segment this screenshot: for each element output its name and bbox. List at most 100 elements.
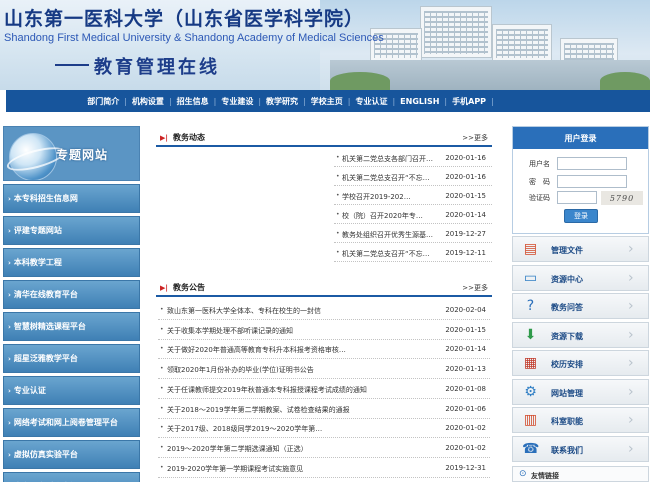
quick-link-1[interactable]: ▭ 资源中心 › [512,264,649,291]
nav-item-5[interactable]: 学校主页 [306,96,348,107]
notice-item-title: 2019-2020学年第一学期课程考试实施意见 [167,464,304,473]
notice-item[interactable]: • 关于2018～2019学年第二学期教案、试卷检查结果的通报 2020-01-06 [158,400,490,419]
sidebar-item-3[interactable]: › 清华在线教育平台 [3,280,140,309]
nav-item-2[interactable]: 招生信息 [172,96,214,107]
notice-item[interactable]: • 关于收集本学期处理不部听课记录的通知 2020-01-15 [158,321,490,340]
quick-link-label: 资源下载 [551,331,583,341]
nav-item-0[interactable]: 部门简介 [82,96,124,107]
login-button[interactable]: 登录 [564,209,598,223]
news-item[interactable]: • 机关第二党总支召开“不忘… 2019-12-11 [334,245,492,262]
notices-title: 教务公告 [173,283,205,292]
building-main [420,6,492,58]
nav-item-8[interactable]: 手机APP [447,96,491,107]
news-item-date: 2020-01-15 [445,192,486,200]
nav-item-6[interactable]: 专业认证 [350,96,392,107]
book-icon: ▥ [523,412,538,428]
news-item[interactable]: • 机关第二党总支各部门召开… 2020-01-16 [334,150,492,167]
nav-separator: | [491,96,494,106]
nav-item-7[interactable]: ENGLISH [395,97,444,106]
quick-link-3[interactable]: ⬇ 资源下载 › [512,321,649,348]
question-icon: ? [526,298,535,314]
notice-item[interactable]: • 关于2017级、2018级同学2019～2020学年第… 2020-01-02 [158,419,490,439]
site-title-en: Shandong First Medical University & Shan… [4,32,384,44]
building-right [492,24,552,62]
chevron-right-icon: › [8,322,11,331]
captcha-input[interactable] [557,191,597,204]
notice-item[interactable]: • 致山东第一医科大学全体本、专科在校生的一封信 2020-02-04 [158,301,490,320]
notice-item[interactable]: • 2019-2020学年第一学期课程考试实施意见 2019-12-31 [158,459,490,478]
quick-link-2[interactable]: ? 教务问答 › [512,293,649,319]
notice-item-date: 2020-01-15 [445,325,486,334]
sidebar-item-1[interactable]: › 评建专题网站 [3,216,140,245]
notice-item-date: 2019-12-31 [445,463,486,472]
quick-link-5[interactable]: ⚙ 网站管理 › [512,378,649,405]
notice-item[interactable]: • 关于做好2020年普通高等教育专科升本科报考资格审核… 2020-01-14 [158,340,490,360]
notice-item-title: 关于收集本学期处理不部听课记录的通知 [167,326,293,335]
sidebar-item-9[interactable]: ›大学生学科竞赛管理平台 [3,472,140,482]
notices-more-link[interactable]: >>更多 [462,283,488,293]
link-circle-icon: ⊙ [519,469,527,479]
sidebar-item-7[interactable]: › 网络考试和网上阅卷管理平台 [3,408,140,437]
globe-icon [4,133,68,180]
captcha-image[interactable]: 5790 [601,191,643,205]
sidebar-item-label: 智慧树精选课程平台 [13,322,86,331]
quick-link-6[interactable]: ▥ 科室职能 › [512,407,649,433]
special-sites-title: 专题网站 [56,148,109,162]
chevron-right-icon: › [628,355,634,371]
sidebar-item-8[interactable]: › 虚拟仿真实验平台 [3,440,140,469]
sidebar-item-6[interactable]: › 专业认证 [3,376,140,405]
news-item[interactable]: • 校（院）召开2020年专… 2020-01-14 [334,207,492,224]
chevron-right-icon: › [628,326,634,343]
news-more-link[interactable]: >>更多 [462,133,488,143]
special-sites-banner[interactable]: 专题网站 [3,126,140,181]
sidebar-item-5[interactable]: › 超星泛雅教学平台 [3,344,140,373]
username-row: 用户名 [513,157,650,171]
nav-item-1[interactable]: 机构设置 [127,96,169,107]
sidebar-item-label: 超星泛雅教学平台 [13,354,78,363]
quick-link-0[interactable]: ▤ 管理文件 › [512,236,649,262]
chevron-right-icon: › [8,290,11,299]
nav-item-3[interactable]: 专业建设 [216,96,258,107]
username-input[interactable] [557,157,627,170]
main-nav-bar: 部门简介 | 机构设置 | 招生信息 | 专业建设 | 教学研究 | 学校主页 | 专业认证 | ENGLI… [6,90,650,112]
sidebar-item-0[interactable]: › 本专科招生信息网 [3,184,140,213]
document-icon: ▤ [523,241,538,257]
left-sidebar: 专题网站 › 本专科招生信息网 › 评建专题网站 › 本科教学工程 › 清华在线教育平台 › 智慧… [3,126,140,482]
chevron-right-icon: › [628,412,634,428]
notice-item[interactable]: • 领取2020年1月份补办的毕业(学位)证明书公告 2020-01-13 [158,360,490,380]
quick-link-label: 联系我们 [551,445,583,455]
header-banner: 山东第一医科大学（山东省医学科学院） Shandong First Medica… [0,0,650,90]
username-label: 用户名 [529,160,550,168]
sidebar-item-label: 本专科招生信息网 [13,194,78,203]
quick-link-7[interactable]: ☎ 联系我们 › [512,435,649,462]
chevron-right-icon: › [628,440,634,457]
news-item-title: 学校召开2019-202… [342,193,411,201]
quick-link-4[interactable]: ▦ 校历安排 › [512,350,649,376]
sidebar-item-4[interactable]: › 智慧树精选课程平台 [3,312,140,341]
password-input[interactable] [557,175,627,188]
bullet-icon: • [336,173,340,180]
chevron-right-icon: › [8,226,11,235]
news-item[interactable]: • 机关第二党总支召开“不忘… 2020-01-16 [334,169,492,186]
friend-links-title: 友情链接 [531,472,559,480]
nav-item-4[interactable]: 教学研究 [261,96,303,107]
notice-item-date: 2020-01-06 [445,404,486,413]
chevron-right-icon: › [8,450,11,459]
sidebar-item-2[interactable]: › 本科教学工程 [3,248,140,277]
trees-left [330,72,390,90]
gear-icon: ⚙ [524,383,537,400]
chevron-right-icon: › [8,258,11,267]
notice-item-date: 2020-01-14 [445,345,486,354]
news-item[interactable]: • 学校召开2019-202… 2020-01-15 [334,188,492,205]
chevron-right-icon: › [628,298,634,314]
bullet-icon: • [336,192,340,199]
chevron-right-icon: › [8,354,11,363]
notice-item[interactable]: • 2019～2020学年第二学期选课通知（正选） 2020-01-02 [158,439,490,458]
main-nav: 部门简介 | 机构设置 | 招生信息 | 专业建设 | 教学研究 | 学校主页 | 专业认证 | ENGLI… [0,90,650,112]
chevron-right-icon: › [8,194,11,203]
bullet-icon: • [336,230,340,237]
notice-item-date: 2020-01-02 [445,424,486,433]
news-item[interactable]: • 教务处组织召开优秀生源基… 2019-12-27 [334,226,492,243]
chevron-right-icon: › [8,418,11,427]
notice-item[interactable]: • 关于任课教师提交2019年秋普通本专科报授课程考试成绩的通知 2020-01-0… [158,380,490,399]
